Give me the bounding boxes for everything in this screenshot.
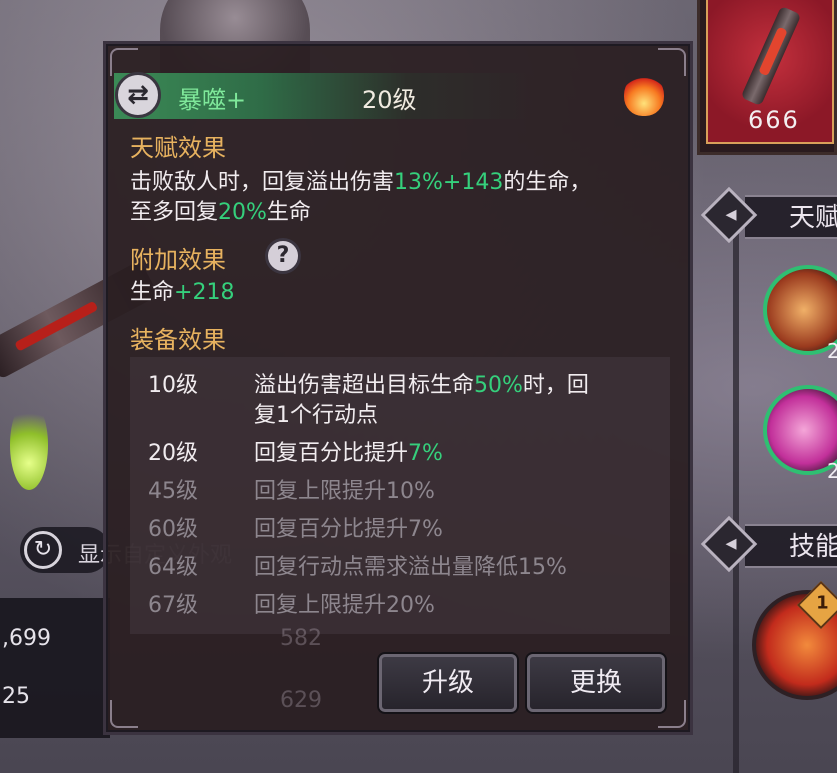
equip-row: 67级 回复上限提升20% — [148, 593, 435, 618]
stat-value-2: 25 — [2, 684, 30, 709]
talent-slot-2-level: 2 — [827, 459, 837, 483]
talent-title-bar — [114, 73, 534, 119]
green-flame-effect — [10, 400, 48, 490]
bonus-effect-title: 附加效果 — [130, 246, 226, 274]
talent-effect-line-1: 击败敌人时，回复溢出伤害13%+143的生命， — [130, 170, 592, 195]
diamond-arrow-icon: ◂ — [725, 531, 737, 556]
replace-button[interactable]: 更换 — [527, 654, 665, 712]
talent-level: 20级 — [362, 86, 417, 114]
talent-effect-title: 天赋效果 — [130, 134, 226, 162]
upgrade-button[interactable]: 升级 — [379, 654, 517, 712]
help-icon[interactable]: ? — [265, 238, 301, 274]
crossed-arrows-icon: ⇄ — [115, 72, 161, 118]
section-label-skill: 技能 — [789, 532, 837, 562]
section-header-talent: ◂ 天赋 — [700, 186, 837, 245]
swirl-icon: ↻ — [24, 531, 62, 569]
faint-value-2: 629 — [280, 688, 322, 713]
weapon-card-art: 666 — [706, 0, 834, 144]
talent-effect-line-2: 至多回复20%生命 — [130, 200, 311, 225]
equip-row: 10级 溢出伤害超出目标生命50%时，回 — [148, 373, 589, 398]
equip-row-continuation: 复1个行动点 — [254, 403, 378, 428]
faint-value-1: 582 — [280, 626, 322, 651]
diamond-arrow-icon: ◂ — [725, 202, 737, 227]
stat-value-1: ,699 — [2, 626, 51, 651]
equip-row: 60级 回复百分比提升7% — [148, 517, 443, 542]
equip-row: 64级 回复行动点需求溢出量降低15% — [148, 555, 567, 580]
equip-row: 20级 回复百分比提升7% — [148, 441, 443, 466]
custom-appearance-toggle[interactable]: ↻ 显示自定义外观 — [20, 527, 232, 573]
rank-pips: 666 — [748, 106, 800, 134]
equip-effect-title: 装备效果 — [130, 326, 226, 354]
right-rail — [733, 200, 739, 773]
talent-name: 暴噬+ — [178, 86, 247, 114]
bonus-effect-stat: 生命+218 — [130, 280, 235, 305]
weapon-card[interactable]: 666 — [697, 0, 837, 155]
section-header-skill: ◂ 技能 — [700, 515, 837, 574]
talent-slot-1-level: 2 — [827, 339, 837, 363]
equip-row: 45级 回复上限提升10% — [148, 479, 435, 504]
fire-icon — [624, 74, 664, 116]
sword-icon — [740, 5, 802, 107]
stats-panel: ,699 25 — [0, 598, 110, 738]
section-label-talent: 天赋 — [789, 203, 837, 233]
